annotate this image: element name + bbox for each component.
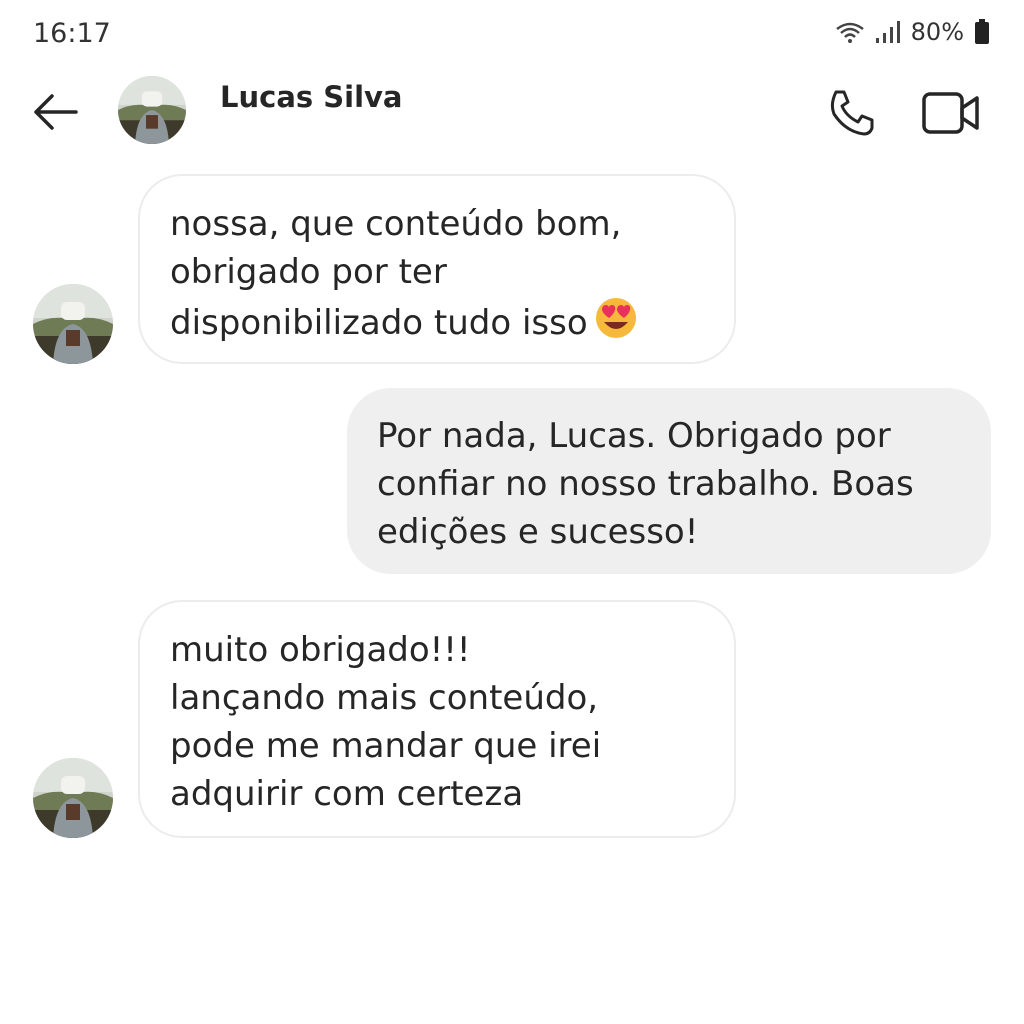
battery-level: 80% (910, 18, 964, 46)
phone-icon (826, 90, 878, 142)
sender-avatar[interactable] (33, 758, 113, 838)
message-bubble-incoming[interactable]: muito obrigado!!! lançando mais conteúdo… (138, 600, 736, 838)
message-text: Por nada, Lucas. Obrigado por confiar no… (377, 416, 914, 552)
message-text: nossa, que conteúdo bom, obrigado por te… (170, 204, 622, 343)
smiling-face-with-heart-eyes-icon (594, 296, 638, 353)
status-time: 16:17 (33, 18, 111, 49)
video-camera-icon (921, 92, 981, 142)
wifi-icon (835, 20, 865, 44)
sender-avatar[interactable] (33, 284, 113, 364)
message-text: muito obrigado!!! lançando mais conteúdo… (170, 630, 602, 814)
message-bubble-incoming[interactable]: nossa, que conteúdo bom, obrigado por te… (138, 174, 736, 364)
battery-icon (974, 19, 990, 45)
message-bubble-outgoing[interactable]: Por nada, Lucas. Obrigado por confiar no… (347, 388, 991, 574)
arrow-left-icon (30, 94, 80, 138)
video-call-button[interactable] (921, 88, 981, 138)
contact-name[interactable]: Lucas Silva (220, 80, 402, 114)
back-button[interactable] (30, 90, 80, 134)
contact-avatar[interactable] (118, 76, 186, 144)
status-icons: 80% (835, 18, 990, 46)
signal-icon (875, 20, 901, 44)
call-button[interactable] (826, 88, 878, 138)
